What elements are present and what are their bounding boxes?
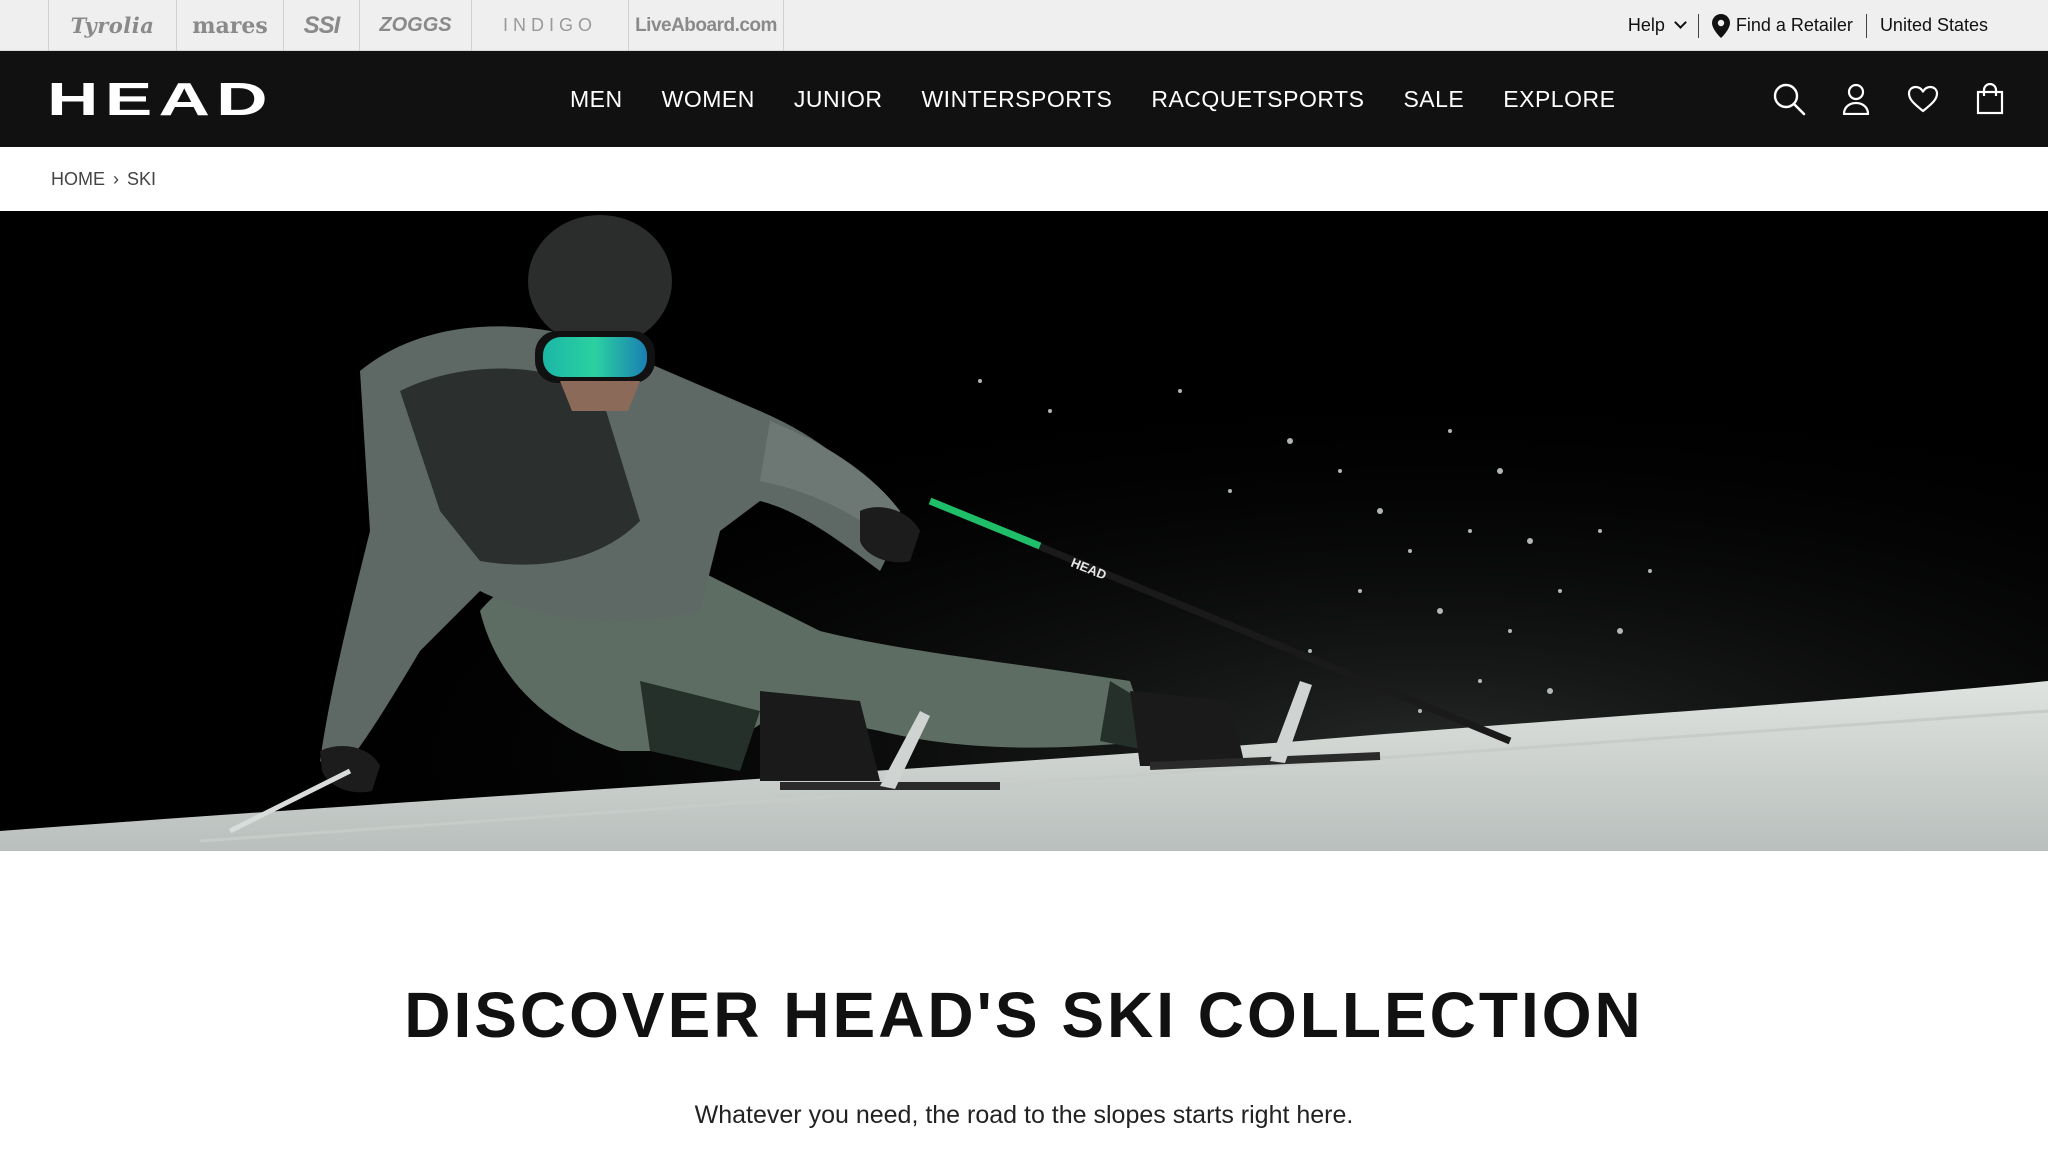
brand-zoggs-link[interactable]: ZOGGS [360, 0, 472, 51]
region-selector[interactable]: United States [1880, 15, 1988, 36]
location-pin-icon [1711, 13, 1730, 38]
utility-links: Help Find a Retailer United States [1628, 0, 1988, 51]
nav-item-explore[interactable]: EXPLORE [1503, 86, 1615, 113]
brand-ssi-link[interactable]: SSI [284, 0, 360, 51]
find-retailer-label: Find a Retailer [1735, 15, 1853, 35]
primary-menu: MEN WOMEN JUNIOR WINTERSPORTS RACQUETSPO… [570, 51, 1654, 147]
account-icon [1842, 83, 1870, 115]
brand-tyrolia-link[interactable]: Tyrolia [49, 0, 177, 51]
wishlist-icon [1907, 85, 1939, 113]
nav-item-racquetsports[interactable]: RACQUETSPORTS [1151, 86, 1364, 113]
account-button[interactable] [1838, 81, 1874, 117]
wishlist-button[interactable] [1905, 81, 1941, 117]
main-nav: HEAD MEN WOMEN JUNIOR WINTERSPORTS RACQU… [0, 51, 2048, 147]
brand-bar: Tyrolia mares SSI ZOGGS INDIGO LiveAboar… [0, 0, 2048, 51]
hero-skier-image: HEAD [0, 211, 2048, 851]
sister-brands: Tyrolia mares SSI ZOGGS INDIGO LiveAboar… [48, 0, 784, 51]
chevron-down-icon [1674, 16, 1687, 29]
help-label: Help [1627, 15, 1665, 35]
region-label: United States [1879, 15, 1988, 35]
divider [1697, 13, 1699, 38]
breadcrumb-separator: › [113, 168, 119, 189]
cart-button[interactable] [1972, 81, 2008, 117]
page-title: DISCOVER HEAD'S SKI COLLECTION [404, 979, 1644, 1051]
nav-item-men[interactable]: MEN [570, 86, 623, 113]
nav-item-wintersports[interactable]: WINTERSPORTS [921, 86, 1112, 113]
help-dropdown[interactable]: Help [1627, 15, 1687, 36]
brand-indigo-link[interactable]: INDIGO [472, 0, 629, 51]
nav-item-women[interactable]: WOMEN [662, 86, 755, 113]
brand-mares-link[interactable]: mares [177, 0, 284, 51]
breadcrumb-current: SKI [127, 168, 157, 189]
nav-item-sale[interactable]: SALE [1403, 86, 1464, 113]
page-subtitle: Whatever you need, the road to the slope… [694, 1101, 1354, 1129]
head-logo[interactable]: HEAD [47, 76, 274, 122]
find-retailer-link[interactable]: Find a Retailer [1711, 13, 1853, 38]
hero-banner: HEAD [0, 211, 2048, 851]
breadcrumb: HOME › SKI [51, 147, 156, 211]
cart-icon [1976, 83, 2004, 115]
search-button[interactable] [1771, 81, 1807, 117]
divider [1865, 13, 1867, 38]
brand-liveaboard-link[interactable]: LiveAboard.com [629, 0, 784, 51]
nav-item-junior[interactable]: JUNIOR [794, 86, 883, 113]
header-actions [1740, 51, 2008, 147]
breadcrumb-home-link[interactable]: HOME [51, 169, 105, 190]
search-icon [1773, 83, 1806, 116]
